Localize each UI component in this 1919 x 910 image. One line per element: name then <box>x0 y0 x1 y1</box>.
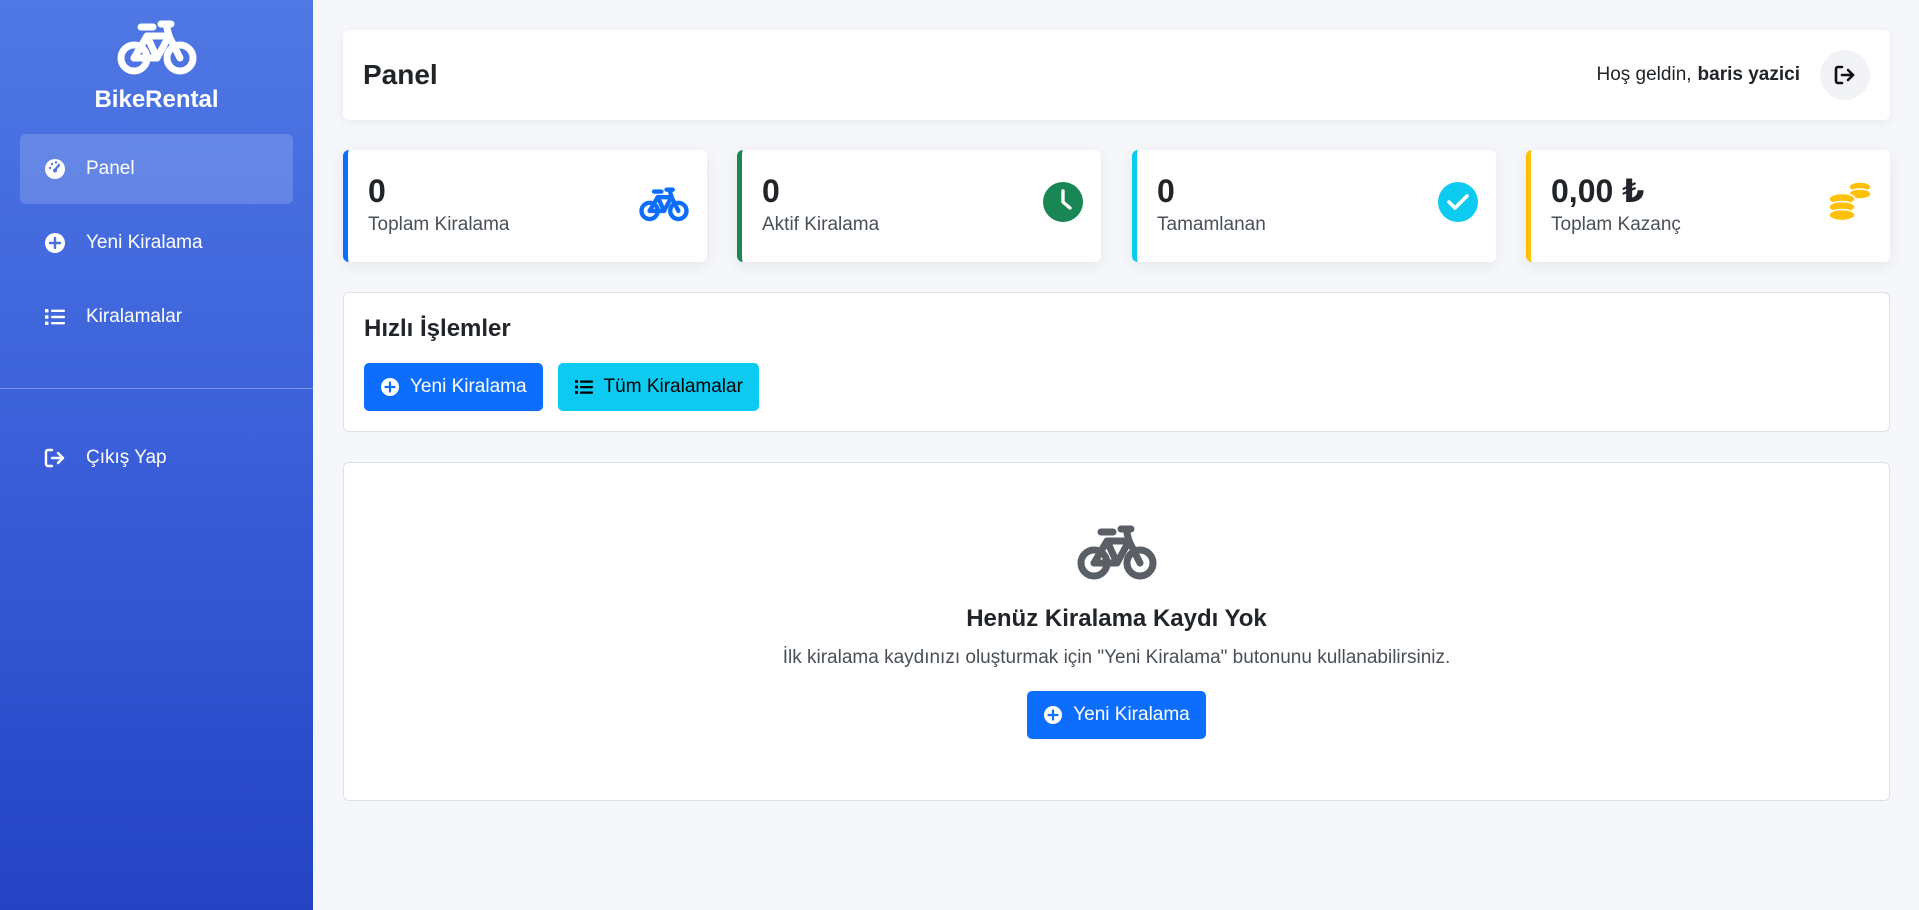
coins-icon <box>1828 181 1872 222</box>
sign-out-icon <box>44 448 65 468</box>
sidebar-item-new-rental[interactable]: Yeni Kiralama <box>20 208 293 278</box>
brand-name: BikeRental <box>94 86 219 113</box>
sidebar: BikeRental Panel Yeni Kiralama Kiralamal… <box>0 0 313 910</box>
sidebar-item-panel[interactable]: Panel <box>20 134 293 204</box>
button-label: Tüm Kiralamalar <box>603 376 743 397</box>
list-icon <box>45 309 65 325</box>
sidebar-item-label: Panel <box>86 158 135 179</box>
quick-actions-buttons: Yeni Kiralama Tüm Kiralamalar <box>364 363 1869 411</box>
all-rentals-button[interactable]: Tüm Kiralamalar <box>557 363 759 411</box>
plus-circle-icon <box>1044 706 1063 724</box>
bicycle-icon <box>1077 523 1157 581</box>
username: baris yazici <box>1697 64 1800 85</box>
quick-actions-card: Hızlı İşlemler Yeni Kiralama Tüm Kiralam <box>343 292 1890 432</box>
user-welcome: Hoş geldin, baris yazici <box>1596 50 1870 100</box>
sidebar-item-label: Yeni Kiralama <box>86 232 203 253</box>
sidebar-nav: Panel Yeni Kiralama Kiralamalar <box>0 134 313 352</box>
top-header: Panel Hoş geldin, baris yazici <box>343 30 1890 120</box>
sign-out-icon <box>1834 65 1855 85</box>
stats-row: 0 Toplam Kiralama 0 Aktif Kiralama 0 Tam… <box>343 150 1890 262</box>
sidebar-divider <box>0 388 313 389</box>
sidebar-item-logout[interactable]: Çıkış Yap <box>20 423 293 493</box>
list-icon <box>574 380 593 394</box>
empty-state-card: Henüz Kiralama Kaydı Yok İlk kiralama ka… <box>343 462 1890 801</box>
sidebar-item-label: Kiralamalar <box>86 306 183 327</box>
welcome-text: Hoş geldin, <box>1596 64 1692 85</box>
button-label: Yeni Kiralama <box>410 376 527 397</box>
plus-circle-icon <box>381 378 399 396</box>
sidebar-item-rentals[interactable]: Kiralamalar <box>20 282 293 352</box>
bicycle-icon <box>639 184 689 224</box>
stat-card-active-rentals: 0 Aktif Kiralama <box>737 150 1101 262</box>
stat-card-completed: 0 Tamamlanan <box>1132 150 1496 262</box>
empty-new-rental-button[interactable]: Yeni Kiralama <box>1027 691 1206 739</box>
sidebar-item-label: Çıkış Yap <box>86 447 167 468</box>
logout-button[interactable] <box>1820 50 1870 100</box>
brand[interactable]: BikeRental <box>0 0 313 114</box>
bicycle-icon <box>117 18 197 76</box>
stat-card-total-earnings: 0,00 ₺ Toplam Kazanç <box>1526 150 1890 262</box>
quick-actions-title: Hızlı İşlemler <box>364 315 511 342</box>
empty-state-title: Henüz Kiralama Kaydı Yok <box>966 605 1267 632</box>
gauge-icon <box>45 159 65 179</box>
plus-circle-icon <box>45 233 65 253</box>
check-circle-icon <box>1438 182 1478 222</box>
clock-icon <box>1043 182 1083 222</box>
empty-state-description: İlk kiralama kaydınızı oluşturmak için "… <box>782 647 1451 668</box>
new-rental-button[interactable]: Yeni Kiralama <box>364 363 543 411</box>
stat-card-total-rentals: 0 Toplam Kiralama <box>343 150 707 262</box>
button-label: Yeni Kiralama <box>1073 704 1190 725</box>
page-title: Panel <box>363 59 438 90</box>
